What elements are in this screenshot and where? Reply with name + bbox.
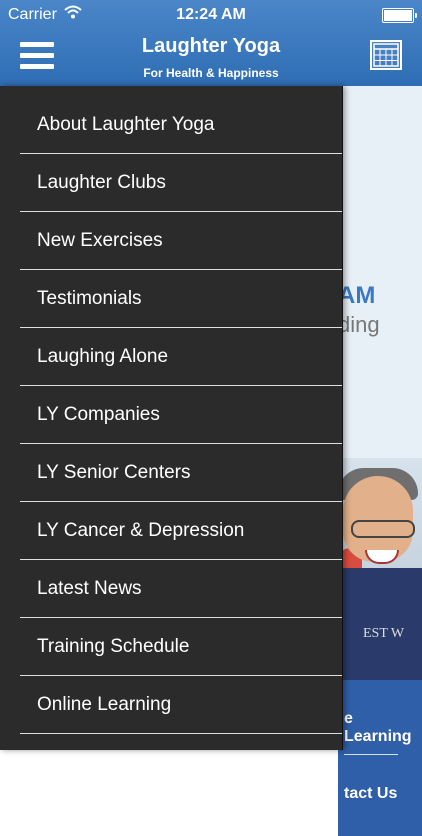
drawer-item-training-schedule[interactable]: Training Schedule	[0, 618, 342, 676]
drawer-item-new-exercises[interactable]: New Exercises	[0, 212, 342, 270]
drawer-item-label: Latest News	[37, 578, 142, 599]
drawer-item-clubs[interactable]: Laughter Clubs	[0, 154, 342, 212]
photo-face	[343, 476, 415, 564]
logo-subtext-partial: ding	[338, 312, 380, 337]
drawer-item-label: LY Senior Centers	[37, 462, 191, 483]
app-title: Laughter Yoga	[141, 35, 281, 57]
drawer-item-senior-centers[interactable]: LY Senior Centers	[0, 444, 342, 502]
drawer-item-latest-news[interactable]: Latest News	[0, 560, 342, 618]
drawer-item-label: Laughing Alone	[37, 346, 169, 367]
clock-time: 12:24 AM	[176, 6, 246, 23]
drawer-item-cancer-depression[interactable]: LY Cancer & Depression	[0, 502, 342, 560]
app-header: Carrier 12:24 AM Laughter Yoga For Healt…	[0, 0, 422, 86]
drawer-item-laughing-alone[interactable]: Laughing Alone	[0, 328, 342, 386]
logo-text-partial: AM	[338, 282, 376, 309]
footer-link-contact[interactable]: tact Us	[344, 785, 397, 803]
drawer-item-about[interactable]: About Laughter Yoga	[0, 96, 342, 154]
navigation-drawer: About Laughter Yoga Laughter Clubs New E…	[0, 86, 343, 750]
drawer-item-label: Online Learning	[37, 694, 172, 715]
drawer-item-label: New Exercises	[37, 230, 163, 251]
photo-smile	[365, 550, 399, 564]
drawer-item-companies[interactable]: LY Companies	[0, 386, 342, 444]
app-subtitle: For Health & Happiness	[143, 66, 279, 80]
footer-panel: e Learning tact Us	[338, 680, 422, 836]
hero-photo: EST W	[338, 458, 422, 680]
drawer-item-online-learning[interactable]: Online Learning	[0, 676, 342, 734]
drawer-item-label: Training Schedule	[37, 636, 190, 657]
battery-icon	[382, 8, 417, 23]
photo-shirt: EST W	[338, 568, 422, 680]
footer-divider	[344, 754, 398, 755]
drawer-item-label: Testimonials	[37, 288, 142, 309]
drawer-item-label: About Laughter Yoga	[37, 114, 215, 135]
calendar-grid-icon[interactable]	[370, 40, 402, 70]
drawer-item-label: LY Companies	[37, 404, 160, 425]
photo-glasses	[351, 520, 415, 538]
shirt-text: EST W	[363, 626, 405, 641]
drawer-item-testimonials[interactable]: Testimonials	[0, 270, 342, 328]
status-bar: Carrier 12:24 AM	[0, 0, 422, 30]
footer-link-learning[interactable]: e Learning	[344, 710, 422, 746]
drawer-item-label: LY Cancer & Depression	[37, 520, 245, 541]
drawer-item-label: Laughter Clubs	[37, 172, 166, 193]
